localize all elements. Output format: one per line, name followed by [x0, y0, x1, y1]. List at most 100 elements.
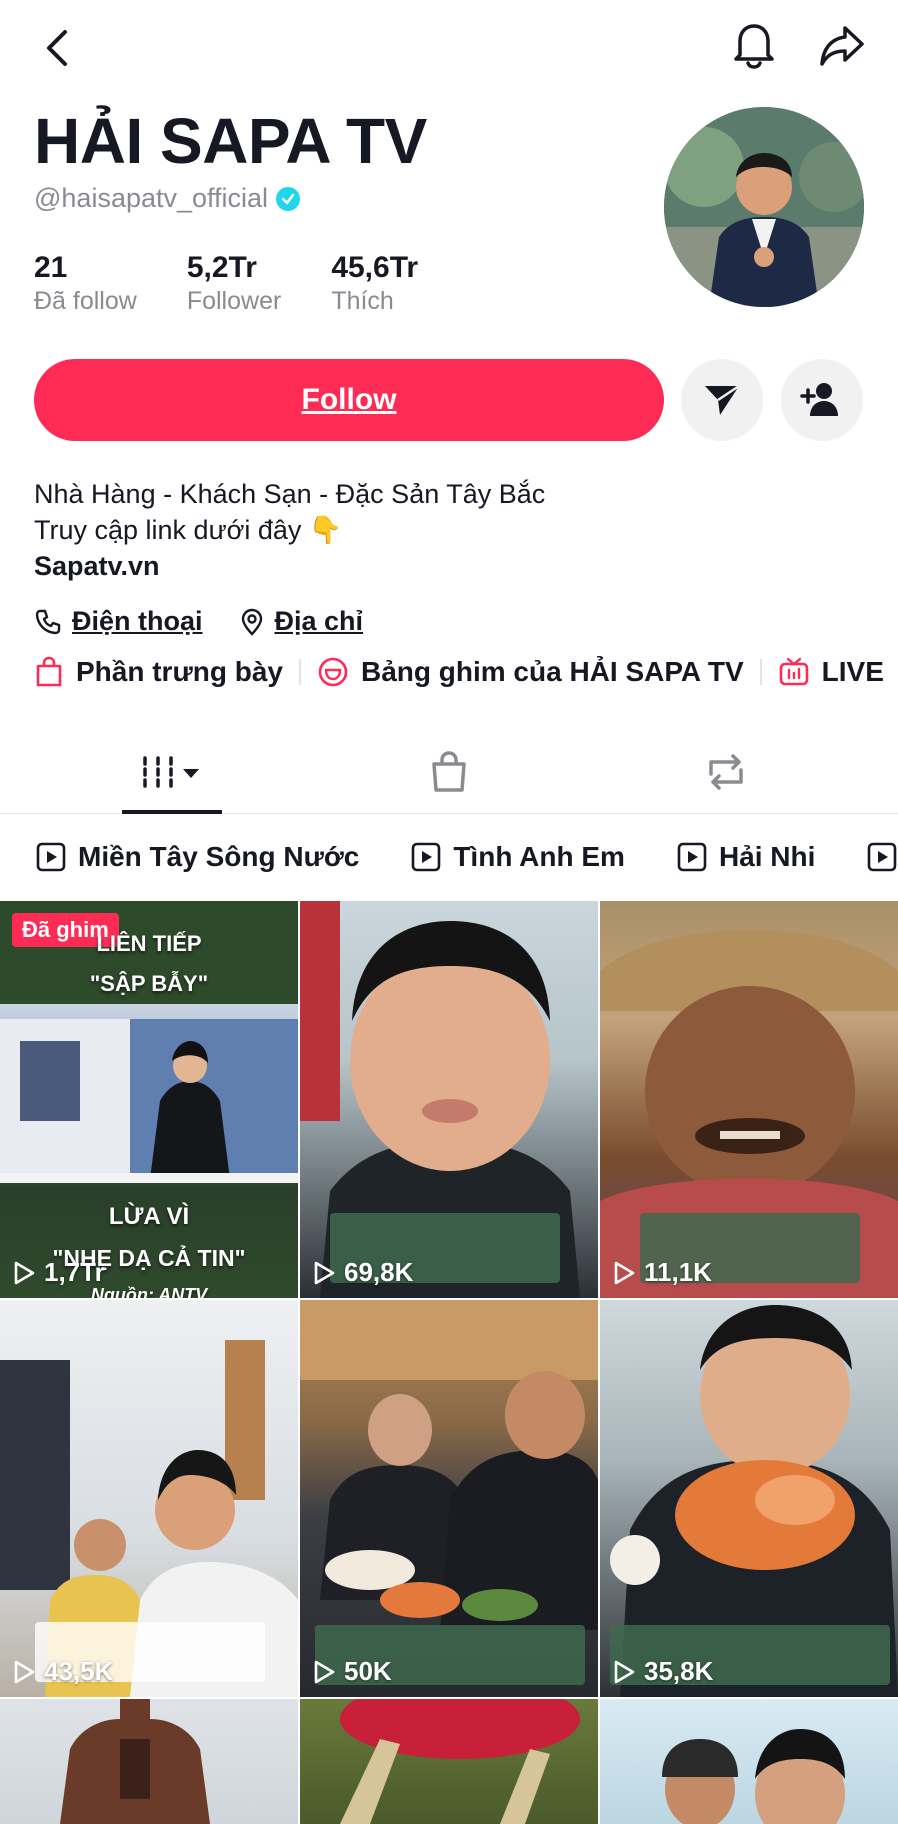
bio-line-2: Truy cập link dưới đây 👇 [34, 515, 343, 545]
playlist-play-icon [868, 842, 897, 872]
avatar[interactable] [664, 107, 864, 307]
add-user-icon [800, 383, 838, 416]
thumbnail-caption: "SẬP BẪY" [89, 971, 209, 996]
address-link[interactable]: Địa chỉ [239, 606, 364, 637]
profile-links-row: Phần trưng bày Bảng ghim của HẢI SAPA TV… [34, 656, 884, 688]
thumbnail-caption: LIÊN TIẾP [96, 931, 202, 956]
playlist-item[interactable]: Ẩm [867, 841, 898, 873]
tab-videos[interactable] [122, 730, 222, 814]
divider [759, 659, 762, 685]
tab-shop[interactable] [404, 730, 494, 814]
video-thumbnail[interactable]: Đã ghim LIÊN TIẾP "SẬP BẪY" LỪA VÌ "NHẸ … [0, 901, 298, 1298]
playlist-item[interactable]: Miền Tây Sông Nước [36, 841, 359, 873]
tab-reposts[interactable] [680, 730, 772, 814]
playlist-play-icon [677, 842, 707, 872]
chevron-left-icon [47, 30, 67, 66]
video-thumbnail[interactable]: 69,8K [300, 901, 598, 1298]
following-count: 21 [34, 251, 68, 284]
following-stat[interactable]: 21 Đã follow [34, 250, 137, 316]
pin-board-icon [318, 657, 348, 687]
shopping-bag-icon [432, 751, 466, 792]
live-tv-icon [779, 657, 808, 686]
website-link[interactable]: Sapatv.vn [34, 551, 160, 582]
view-count-text: 11,1K [644, 1257, 712, 1287]
shopping-bag-icon [36, 656, 62, 687]
view-count: 50K [312, 1656, 392, 1687]
video-thumbnail[interactable] [600, 1699, 898, 1824]
location-pin-icon [241, 608, 262, 636]
address-label: Địa chỉ [274, 606, 364, 636]
play-icon [14, 1261, 35, 1284]
play-icon [614, 1261, 635, 1284]
live-link[interactable]: LIVE [778, 656, 884, 688]
following-label: Đã follow [34, 287, 137, 315]
followers-count: 5,2Tr [186, 251, 257, 284]
add-friend-button[interactable] [781, 359, 863, 441]
view-count-text: 35,8K [644, 1656, 714, 1686]
top-bar [0, 0, 898, 96]
contact-row: Điện thoại Địa chỉ [34, 606, 399, 637]
profile-name: HẢI SAPA TV [34, 105, 427, 177]
video-grid-dropdown-icon [143, 756, 199, 788]
followers-label: Follower [186, 287, 282, 315]
verified-badge-icon [276, 186, 301, 211]
view-count: 43,5K [12, 1656, 113, 1687]
playlist-play-icon [412, 842, 441, 872]
view-count: 69,8K [312, 1257, 413, 1288]
likes-label: Thích [331, 287, 394, 315]
thumbnail-caption: LỪA VÌ [108, 1203, 190, 1230]
video-thumbnail[interactable]: 11,1K [600, 901, 898, 1298]
send-message-icon [705, 384, 740, 415]
play-icon [14, 1660, 35, 1683]
view-count-text: 1,7Tr [44, 1257, 105, 1287]
message-button[interactable] [681, 359, 763, 441]
showcase-link[interactable]: Phần trưng bày [34, 656, 283, 688]
pin-board-label: Bảng ghim của HẢI SAPA TV [360, 656, 744, 687]
video-thumbnail[interactable] [300, 1699, 598, 1824]
profile-stats: 21 Đã follow 5,2Tr Follower 45,6Tr Thích [34, 250, 468, 316]
live-label: LIVE [821, 656, 884, 687]
follow-button[interactable]: Follow [34, 359, 664, 441]
playlist-label: Miền Tây Sông Nước [78, 841, 360, 872]
share-button[interactable] [812, 16, 872, 76]
video-thumbnail[interactable]: 35,8K [600, 1300, 898, 1697]
profile-bio: Nhà Hàng - Khách Sạn - Đặc Sản Tây Bắc T… [34, 476, 545, 548]
view-count-text: 69,8K [344, 1257, 414, 1287]
play-icon [314, 1261, 335, 1284]
notification-button[interactable] [726, 14, 782, 74]
view-count: 1,7Tr [12, 1257, 105, 1288]
playlist-row: Miền Tây Sông Nước Tình Anh Em Hải Nhi Ẩ… [0, 814, 898, 900]
view-count: 11,1K [612, 1257, 712, 1288]
playlist-item[interactable]: Tình Anh Em [411, 841, 625, 873]
profile-handle[interactable]: @haisapatv_official [34, 183, 268, 214]
view-count-text: 43,5K [44, 1656, 114, 1686]
view-count: 35,8K [612, 1656, 713, 1687]
phone-link[interactable]: Điện thoại [34, 606, 203, 637]
phone-label: Điện thoại [72, 606, 203, 636]
video-grid: Đã ghim LIÊN TIẾP "SẬP BẪY" LỪA VÌ "NHẸ … [0, 901, 898, 1824]
bell-icon [734, 24, 774, 69]
content-tabs [0, 730, 898, 814]
play-icon [314, 1660, 335, 1683]
pin-board-link[interactable]: Bảng ghim của HẢI SAPA TV [317, 656, 744, 688]
video-thumbnail[interactable] [0, 1699, 298, 1824]
playlist-label: Hải Nhi [718, 841, 816, 872]
showcase-label: Phần trưng bày [76, 656, 283, 687]
likes-stat[interactable]: 45,6Tr Thích [331, 250, 418, 316]
share-arrow-icon [820, 26, 864, 66]
divider [298, 659, 301, 685]
playlist-item[interactable]: Hải Nhi [677, 841, 815, 873]
back-button[interactable] [30, 20, 86, 76]
play-icon [614, 1660, 635, 1683]
likes-count: 45,6Tr [331, 251, 419, 284]
view-count-text: 50K [344, 1656, 392, 1686]
phone-icon [35, 609, 61, 634]
followers-stat[interactable]: 5,2Tr Follower [187, 250, 281, 316]
playlist-play-icon [36, 842, 66, 872]
repost-icon [709, 754, 743, 790]
handle-row: @haisapatv_official [34, 183, 301, 214]
video-thumbnail[interactable]: 50K [300, 1300, 598, 1697]
video-thumbnail[interactable]: 43,5K [0, 1300, 298, 1697]
bio-line-1: Nhà Hàng - Khách Sạn - Đặc Sản Tây Bắc [34, 479, 546, 509]
playlist-label: Tình Anh Em [453, 841, 625, 872]
